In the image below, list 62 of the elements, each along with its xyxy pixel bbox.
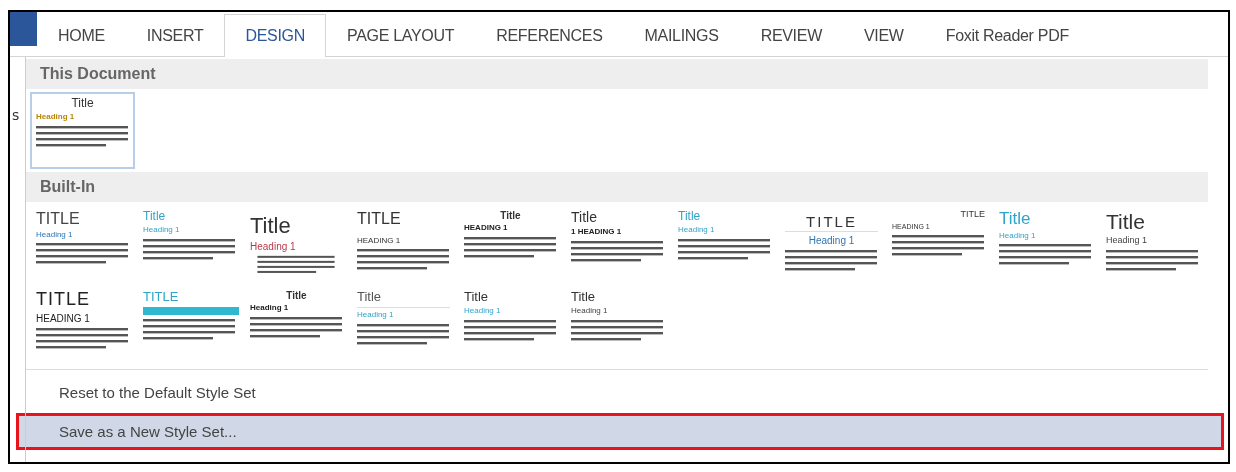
style-title-text: Title <box>571 290 597 305</box>
style-set-option[interactable]: TITLE HEADING 1 <box>351 205 456 282</box>
style-title-text: Title <box>464 290 490 305</box>
style-set-option[interactable]: Title Heading 1 <box>565 285 670 362</box>
style-set-option[interactable]: Title 1 HEADING 1 <box>565 205 670 282</box>
style-title-text: Title <box>143 210 167 224</box>
style-title-text: Title <box>70 97 95 111</box>
section-header: Built-In <box>26 172 1208 202</box>
menu-item[interactable]: Save as a New Style Set... <box>16 413 1224 450</box>
style-title-text: Title <box>999 210 1032 229</box>
style-heading-text: HEADING 1 <box>36 312 91 324</box>
style-title-text: Title <box>571 210 598 226</box>
style-set-option[interactable]: TITLE HEADING 1 <box>30 285 135 362</box>
style-heading-text: Heading 1 <box>999 231 1037 241</box>
style-set-option[interactable]: Title Heading 1 <box>458 285 563 362</box>
style-set-option[interactable]: Title Heading 1 <box>351 285 456 362</box>
style-set-option[interactable]: Title Heading 1 <box>1100 205 1205 282</box>
style-heading-text: Heading 1 <box>357 311 395 321</box>
file-tab[interactable] <box>10 12 37 46</box>
menu-item[interactable]: Reset to the Default Style Set <box>10 374 1228 411</box>
ribbon-tab[interactable]: MAILINGS <box>623 14 740 56</box>
style-heading-text: Heading 1 <box>36 230 74 240</box>
style-heading-text: Heading 1 <box>807 234 856 246</box>
style-title-text: Title <box>678 210 702 224</box>
style-title-text: Title <box>250 212 292 239</box>
section-header: This Document <box>26 59 1208 89</box>
ribbon-tab[interactable]: INSERT <box>125 14 225 56</box>
ribbon-tab[interactable]: PAGE LAYOUT <box>325 14 476 56</box>
style-set-option[interactable]: Title HEADING 1 <box>458 205 563 282</box>
style-heading-text: Heading 1 <box>143 226 181 235</box>
ribbon-tab[interactable]: REFERENCES <box>475 14 624 56</box>
style-heading-text: Heading 1 <box>678 226 716 235</box>
style-title-text: Title <box>285 290 308 301</box>
style-set-option[interactable]: Title Heading 1 <box>244 285 349 362</box>
style-heading-text: Heading 1 <box>1106 236 1149 246</box>
style-title-text: TITLE <box>785 210 878 232</box>
ribbon-tab[interactable]: VIEW <box>842 14 925 56</box>
style-set-option[interactable]: TITLE Heading 1 <box>779 205 884 282</box>
style-title-text: Title <box>1106 210 1146 234</box>
style-title-text: TITLE <box>36 210 81 228</box>
style-title-text: Title <box>499 210 522 221</box>
ribbon-tab[interactable]: HOME <box>37 14 126 56</box>
cut-off-label: s <box>12 107 20 123</box>
style-heading-text: Heading 1 <box>36 113 76 122</box>
style-title-text: Title <box>357 290 450 309</box>
style-set-option[interactable]: TITLE Heading 1 <box>30 205 135 282</box>
ribbon-tab[interactable]: REVIEW <box>739 14 843 56</box>
style-set-option[interactable]: Title Heading 1 <box>30 92 135 169</box>
style-heading-text: HEADING 1 <box>357 234 402 246</box>
style-heading-text: Heading 1 <box>571 307 609 317</box>
style-title-text: TITLE <box>357 210 402 228</box>
style-heading-text: HEADING 1 <box>464 224 509 233</box>
style-heading-text: Heading 1 <box>464 307 502 317</box>
style-heading-text: Heading 1 <box>250 304 290 313</box>
ribbon-tab[interactable]: DESIGN <box>224 14 326 57</box>
style-heading-text: Heading 1 <box>250 241 297 253</box>
style-title-text: TITLE <box>36 290 91 310</box>
style-title-text: TITLE <box>143 290 180 305</box>
style-set-option[interactable]: Title Heading 1 <box>244 205 349 282</box>
style-heading-text: 1 HEADING 1 <box>571 228 623 238</box>
ribbon-tab[interactable]: Foxit Reader PDF <box>924 14 1090 56</box>
style-title-text: TITLE <box>959 210 985 220</box>
